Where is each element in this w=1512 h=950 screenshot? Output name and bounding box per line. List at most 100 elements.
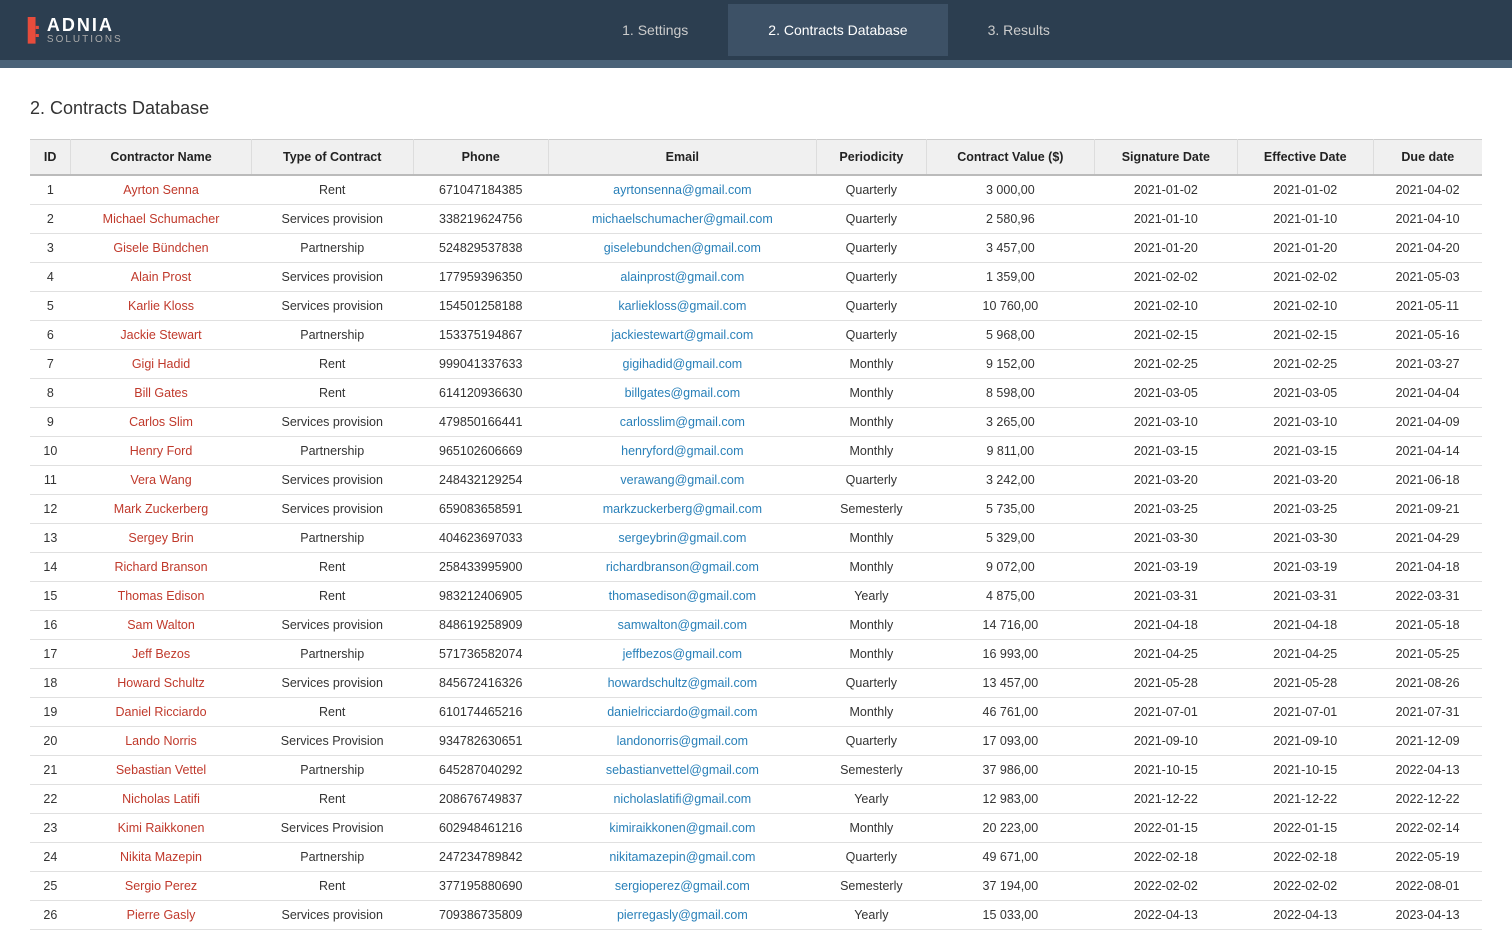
contractor-name: Nicholas Latifi [71, 785, 252, 814]
cell-9: 2021-05-16 [1373, 321, 1482, 350]
tab-results[interactable]: 3. Results [948, 4, 1090, 56]
cell-3: 377195880690 [413, 872, 548, 901]
cell-8: 2021-02-10 [1237, 292, 1373, 321]
cell-5: Quarterly [816, 205, 926, 234]
row-id: 8 [30, 379, 71, 408]
cell-6: 3 457,00 [926, 234, 1094, 263]
cell-3: 999041337633 [413, 350, 548, 379]
tab-contracts-database[interactable]: 2. Contracts Database [728, 4, 947, 56]
contractor-name: Lando Norris [71, 727, 252, 756]
contractor-name: Gisele Bündchen [71, 234, 252, 263]
cell-6: 12 983,00 [926, 785, 1094, 814]
cell-2: Services Provision [251, 814, 413, 843]
cell-6: 37 986,00 [926, 756, 1094, 785]
contractor-email: gigihadid@gmail.com [548, 350, 816, 379]
cell-2: Services provision [251, 408, 413, 437]
cell-3: 610174465216 [413, 698, 548, 727]
cell-5: Monthly [816, 350, 926, 379]
cell-3: 645287040292 [413, 756, 548, 785]
contractor-name: Nikita Mazepin [71, 843, 252, 872]
cell-6: 9 072,00 [926, 553, 1094, 582]
cell-8: 2022-04-13 [1237, 901, 1373, 930]
cell-5: Monthly [816, 611, 926, 640]
cell-7: 2022-01-15 [1094, 814, 1237, 843]
cell-5: Yearly [816, 582, 926, 611]
contractor-email: alainprost@gmail.com [548, 263, 816, 292]
table-wrapper: ID Contractor Name Type of Contract Phon… [30, 139, 1482, 930]
cell-2: Services provision [251, 901, 413, 930]
contractor-name: Karlie Kloss [71, 292, 252, 321]
cell-2: Services Provision [251, 727, 413, 756]
cell-2: Rent [251, 582, 413, 611]
contractor-name: Alain Prost [71, 263, 252, 292]
cell-8: 2021-09-10 [1237, 727, 1373, 756]
cell-8: 2021-05-28 [1237, 669, 1373, 698]
cell-3: 671047184385 [413, 175, 548, 205]
contractor-email: kimiraikkonen@gmail.com [548, 814, 816, 843]
row-id: 20 [30, 727, 71, 756]
cell-6: 5 329,00 [926, 524, 1094, 553]
cell-2: Partnership [251, 843, 413, 872]
contractor-email: pierregasly@gmail.com [548, 901, 816, 930]
cell-6: 20 223,00 [926, 814, 1094, 843]
cell-7: 2021-03-20 [1094, 466, 1237, 495]
contractor-email: ayrtonsenna@gmail.com [548, 175, 816, 205]
cell-8: 2022-02-18 [1237, 843, 1373, 872]
contractor-email: thomasedison@gmail.com [548, 582, 816, 611]
cell-3: 208676749837 [413, 785, 548, 814]
table-row: 26Pierre GaslyServices provision70938673… [30, 901, 1482, 930]
cell-7: 2021-04-18 [1094, 611, 1237, 640]
contractor-name: Carlos Slim [71, 408, 252, 437]
cell-5: Semesterly [816, 756, 926, 785]
cell-5: Monthly [816, 698, 926, 727]
cell-5: Quarterly [816, 263, 926, 292]
cell-7: 2021-09-10 [1094, 727, 1237, 756]
cell-7: 2021-07-01 [1094, 698, 1237, 727]
cell-6: 14 716,00 [926, 611, 1094, 640]
cell-5: Monthly [816, 408, 926, 437]
cell-8: 2021-02-25 [1237, 350, 1373, 379]
cell-5: Semesterly [816, 495, 926, 524]
cell-6: 3 000,00 [926, 175, 1094, 205]
cell-8: 2021-03-05 [1237, 379, 1373, 408]
cell-6: 16 993,00 [926, 640, 1094, 669]
cell-9: 2022-02-14 [1373, 814, 1482, 843]
cell-5: Yearly [816, 785, 926, 814]
cell-5: Monthly [816, 814, 926, 843]
contractor-email: jackiestewart@gmail.com [548, 321, 816, 350]
cell-9: 2021-04-14 [1373, 437, 1482, 466]
cell-8: 2021-03-15 [1237, 437, 1373, 466]
contractor-email: sebastianvettel@gmail.com [548, 756, 816, 785]
contractor-name: Ayrton Senna [71, 175, 252, 205]
cell-5: Semesterly [816, 872, 926, 901]
cell-5: Monthly [816, 640, 926, 669]
cell-9: 2022-03-31 [1373, 582, 1482, 611]
contractor-email: sergeybrin@gmail.com [548, 524, 816, 553]
row-id: 1 [30, 175, 71, 205]
row-id: 9 [30, 408, 71, 437]
col-type-of-contract: Type of Contract [251, 140, 413, 176]
table-row: 6Jackie StewartPartnership153375194867ja… [30, 321, 1482, 350]
cell-7: 2021-02-10 [1094, 292, 1237, 321]
table-row: 22Nicholas LatifiRent208676749837nichola… [30, 785, 1482, 814]
row-id: 7 [30, 350, 71, 379]
table-row: 11Vera WangServices provision24843212925… [30, 466, 1482, 495]
row-id: 18 [30, 669, 71, 698]
contractor-name: Sam Walton [71, 611, 252, 640]
row-id: 10 [30, 437, 71, 466]
contractor-name: Bill Gates [71, 379, 252, 408]
cell-2: Partnership [251, 640, 413, 669]
contractor-email: markzuckerberg@gmail.com [548, 495, 816, 524]
table-row: 24Nikita MazepinPartnership247234789842n… [30, 843, 1482, 872]
cell-3: 848619258909 [413, 611, 548, 640]
cell-2: Rent [251, 553, 413, 582]
cell-5: Monthly [816, 437, 926, 466]
cell-7: 2021-02-15 [1094, 321, 1237, 350]
cell-8: 2021-12-22 [1237, 785, 1373, 814]
cell-9: 2022-12-22 [1373, 785, 1482, 814]
cell-8: 2021-03-19 [1237, 553, 1373, 582]
cell-3: 602948461216 [413, 814, 548, 843]
tab-settings[interactable]: 1. Settings [582, 4, 728, 56]
table-row: 8Bill GatesRent614120936630billgates@gma… [30, 379, 1482, 408]
cell-3: 845672416326 [413, 669, 548, 698]
